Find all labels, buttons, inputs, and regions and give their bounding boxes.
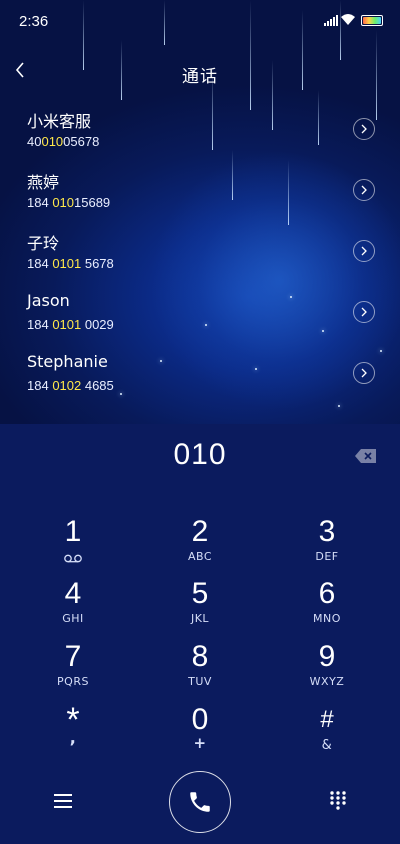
chevron-right-circle-icon[interactable]	[353, 179, 375, 201]
contact-name: Jason	[27, 291, 70, 310]
backspace-icon[interactable]	[354, 447, 378, 465]
dialed-number[interactable]: 010	[0, 438, 400, 472]
star	[338, 405, 340, 407]
call-button[interactable]	[169, 771, 231, 833]
phone-icon	[190, 792, 210, 812]
status-bar: 2:36	[0, 0, 400, 40]
contact-name: Stephanie	[27, 352, 108, 371]
key-8[interactable]: 8 TUV	[145, 641, 255, 697]
contact-name: 燕婷	[27, 173, 60, 192]
contact-number: 184 0101 0029	[27, 317, 114, 332]
contact-name: 子玲	[27, 234, 60, 253]
dialer-panel: 010 1 2 ABC 3 DEF 4 GHI 5 JKL 6 MNO 7 PQRS 8 TU…	[0, 424, 400, 844]
contact-row[interactable]: Jason 184 0101 0029	[0, 283, 400, 343]
battery-icon	[361, 15, 383, 26]
key-1[interactable]: 1	[18, 516, 128, 572]
signal-icon	[324, 15, 338, 26]
keypad-icon[interactable]	[329, 790, 347, 810]
header: 通话	[0, 52, 400, 92]
chevron-right-circle-icon[interactable]	[353, 118, 375, 140]
wifi-icon	[341, 14, 355, 25]
contact-row[interactable]: 燕婷 184 01015689	[0, 161, 400, 221]
contact-row[interactable]: 小米客服 4001005678	[0, 100, 400, 160]
contact-name: 小米客服	[27, 112, 92, 131]
contact-number: 184 01015689	[27, 195, 111, 210]
menu-icon[interactable]	[54, 794, 72, 808]
status-time: 2:36	[19, 13, 49, 30]
key-hash[interactable]: # &	[272, 704, 382, 760]
key-4[interactable]: 4 GHI	[18, 578, 128, 634]
key-7[interactable]: 7 PQRS	[18, 641, 128, 697]
chevron-right-circle-icon[interactable]	[353, 301, 375, 323]
contact-number: 4001005678	[27, 134, 100, 149]
page-title: 通话	[182, 67, 218, 87]
key-6[interactable]: 6 MNO	[272, 578, 382, 634]
key-0[interactable]: 0 +	[145, 704, 255, 760]
key-star[interactable]: *,	[18, 703, 128, 760]
contact-row[interactable]: Stephanie 184 0102 4685	[0, 344, 400, 404]
dialer-actions	[0, 768, 400, 838]
key-9[interactable]: 9 WXYZ	[272, 641, 382, 697]
key-5[interactable]: 5 JKL	[145, 578, 255, 634]
contact-number: 184 0101 5678	[27, 256, 114, 271]
chevron-right-circle-icon[interactable]	[353, 362, 375, 384]
chevron-right-circle-icon[interactable]	[353, 240, 375, 262]
key-2[interactable]: 2 ABC	[145, 516, 255, 572]
contact-number: 184 0102 4685	[27, 378, 114, 393]
contact-row[interactable]: 子玲 184 0101 5678	[0, 222, 400, 282]
voicemail-icon	[64, 554, 82, 563]
key-3[interactable]: 3 DEF	[272, 516, 382, 572]
